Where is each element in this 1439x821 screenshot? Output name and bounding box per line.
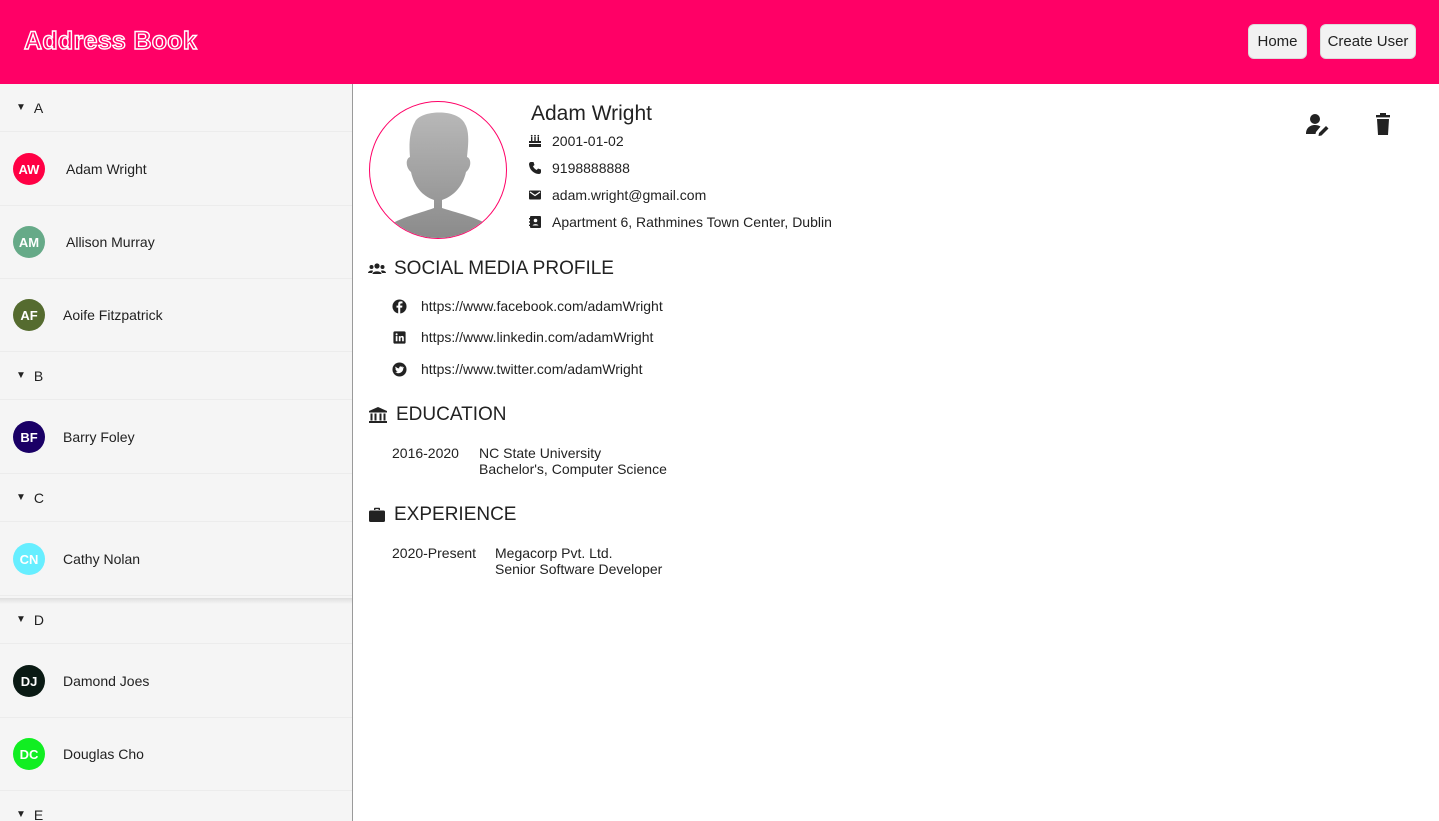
twitter-icon bbox=[392, 361, 407, 377]
social-section-title: SOCIAL MEDIA PROFILE bbox=[368, 258, 614, 280]
avatar: AW bbox=[13, 153, 45, 185]
caret-down-icon: ▼ bbox=[16, 370, 26, 381]
group-header-c[interactable]: ▼ C bbox=[0, 474, 352, 522]
app-title: Address Book bbox=[23, 26, 198, 55]
contact-item-adam-wright[interactable]: AW Adam Wright bbox=[0, 133, 352, 206]
contact-name: Cathy Nolan bbox=[63, 551, 141, 567]
social-title: SOCIAL MEDIA PROFILE bbox=[394, 258, 614, 279]
education-section-title: EDUCATION bbox=[368, 404, 506, 426]
avatar: BF bbox=[13, 421, 45, 453]
create-user-button[interactable]: Create User bbox=[1320, 24, 1416, 59]
facebook-link[interactable]: https://www.facebook.com/adamWright bbox=[421, 298, 663, 314]
contact-name: Aoife Fitzpatrick bbox=[63, 307, 163, 323]
twitter-row: https://www.twitter.com/adamWright bbox=[392, 359, 642, 379]
caret-down-icon: ▼ bbox=[16, 492, 26, 503]
users-icon bbox=[368, 263, 386, 274]
linkedin-icon bbox=[393, 330, 406, 344]
contact-item-damond-joes[interactable]: DJ Damond Joes bbox=[0, 645, 352, 718]
education-period: 2016-2020 bbox=[392, 445, 459, 461]
profile-photo bbox=[369, 101, 507, 239]
caret-down-icon: ▼ bbox=[16, 809, 26, 820]
group-header-d[interactable]: ▼ D bbox=[0, 596, 352, 644]
home-button[interactable]: Home bbox=[1248, 24, 1307, 59]
education-degree: Bachelor's, Computer Science bbox=[479, 461, 667, 477]
group-letter: B bbox=[33, 367, 44, 384]
default-avatar-icon bbox=[379, 112, 499, 238]
phone-value: 9198888888 bbox=[552, 160, 630, 176]
address-value: Apartment 6, Rathmines Town Center, Dubl… bbox=[552, 214, 832, 230]
contact-item-cathy-nolan[interactable]: CN Cathy Nolan bbox=[0, 523, 352, 596]
group-header-a[interactable]: ▼ A bbox=[0, 84, 352, 132]
experience-role: Senior Software Developer bbox=[495, 561, 663, 577]
group-letter: D bbox=[33, 611, 45, 628]
birthday-value: 2001-01-02 bbox=[552, 133, 624, 149]
contact-name: Adam Wright bbox=[66, 161, 147, 177]
avatar: DJ bbox=[13, 665, 45, 697]
experience-section-title: EXPERIENCE bbox=[368, 504, 516, 526]
profile-name: Adam Wright bbox=[531, 102, 652, 125]
experience-title: EXPERIENCE bbox=[394, 504, 517, 525]
education-institution: NC State University bbox=[479, 445, 602, 461]
email-value: adam.wright@gmail.com bbox=[552, 187, 707, 203]
group-letter: E bbox=[33, 806, 44, 821]
caret-down-icon: ▼ bbox=[16, 614, 26, 625]
group-header-e[interactable]: ▼ E bbox=[0, 791, 352, 821]
contact-name: Barry Foley bbox=[63, 429, 135, 445]
contact-sidebar[interactable]: ▼ A AW Adam Wright AM Allison Murray AF … bbox=[0, 84, 353, 821]
birthday-row: 2001-01-02 bbox=[528, 131, 624, 151]
facebook-icon bbox=[392, 298, 407, 314]
profile-panel: Adam Wright 2001-01-02 9198888888 adam.w… bbox=[354, 84, 1439, 821]
envelope-icon bbox=[529, 190, 541, 200]
linkedin-row: https://www.linkedin.com/adamWright bbox=[392, 327, 653, 347]
contact-item-douglas-cho[interactable]: DC Douglas Cho bbox=[0, 718, 352, 791]
contact-name: Damond Joes bbox=[63, 673, 150, 689]
phone-icon bbox=[529, 162, 541, 174]
cake-icon bbox=[529, 134, 541, 147]
email-row: adam.wright@gmail.com bbox=[528, 185, 706, 205]
address-row: Apartment 6, Rathmines Town Center, Dubl… bbox=[528, 212, 832, 232]
trash-icon[interactable] bbox=[1370, 112, 1396, 138]
contact-item-barry-foley[interactable]: BF Barry Foley bbox=[0, 401, 352, 474]
group-header-b[interactable]: ▼ B bbox=[0, 352, 352, 400]
facebook-row: https://www.facebook.com/adamWright bbox=[392, 296, 663, 316]
contact-name: Allison Murray bbox=[66, 234, 155, 250]
edit-user-icon[interactable] bbox=[1305, 112, 1331, 138]
caret-down-icon: ▼ bbox=[16, 102, 26, 113]
avatar: DC bbox=[13, 738, 45, 770]
experience-period: 2020-Present bbox=[392, 545, 477, 561]
experience-company: Megacorp Pvt. Ltd. bbox=[495, 545, 613, 561]
avatar: AM bbox=[13, 226, 45, 258]
group-letter: A bbox=[33, 99, 44, 116]
contact-name: Douglas Cho bbox=[63, 746, 144, 762]
contact-item-aoife-fitzpatrick[interactable]: AF Aoife Fitzpatrick bbox=[0, 279, 352, 352]
contact-item-allison-murray[interactable]: AM Allison Murray bbox=[0, 206, 352, 279]
avatar: CN bbox=[13, 543, 45, 575]
institution-icon bbox=[369, 407, 387, 423]
linkedin-link[interactable]: https://www.linkedin.com/adamWright bbox=[421, 329, 653, 345]
phone-row: 9198888888 bbox=[528, 158, 630, 178]
twitter-link[interactable]: https://www.twitter.com/adamWright bbox=[421, 361, 642, 377]
group-letter: C bbox=[33, 489, 45, 506]
app-header: Address Book Home Create User bbox=[0, 0, 1439, 84]
avatar: AF bbox=[13, 299, 45, 331]
briefcase-icon bbox=[369, 507, 385, 522]
education-title: EDUCATION bbox=[396, 404, 507, 425]
contact-book-icon bbox=[529, 216, 541, 228]
